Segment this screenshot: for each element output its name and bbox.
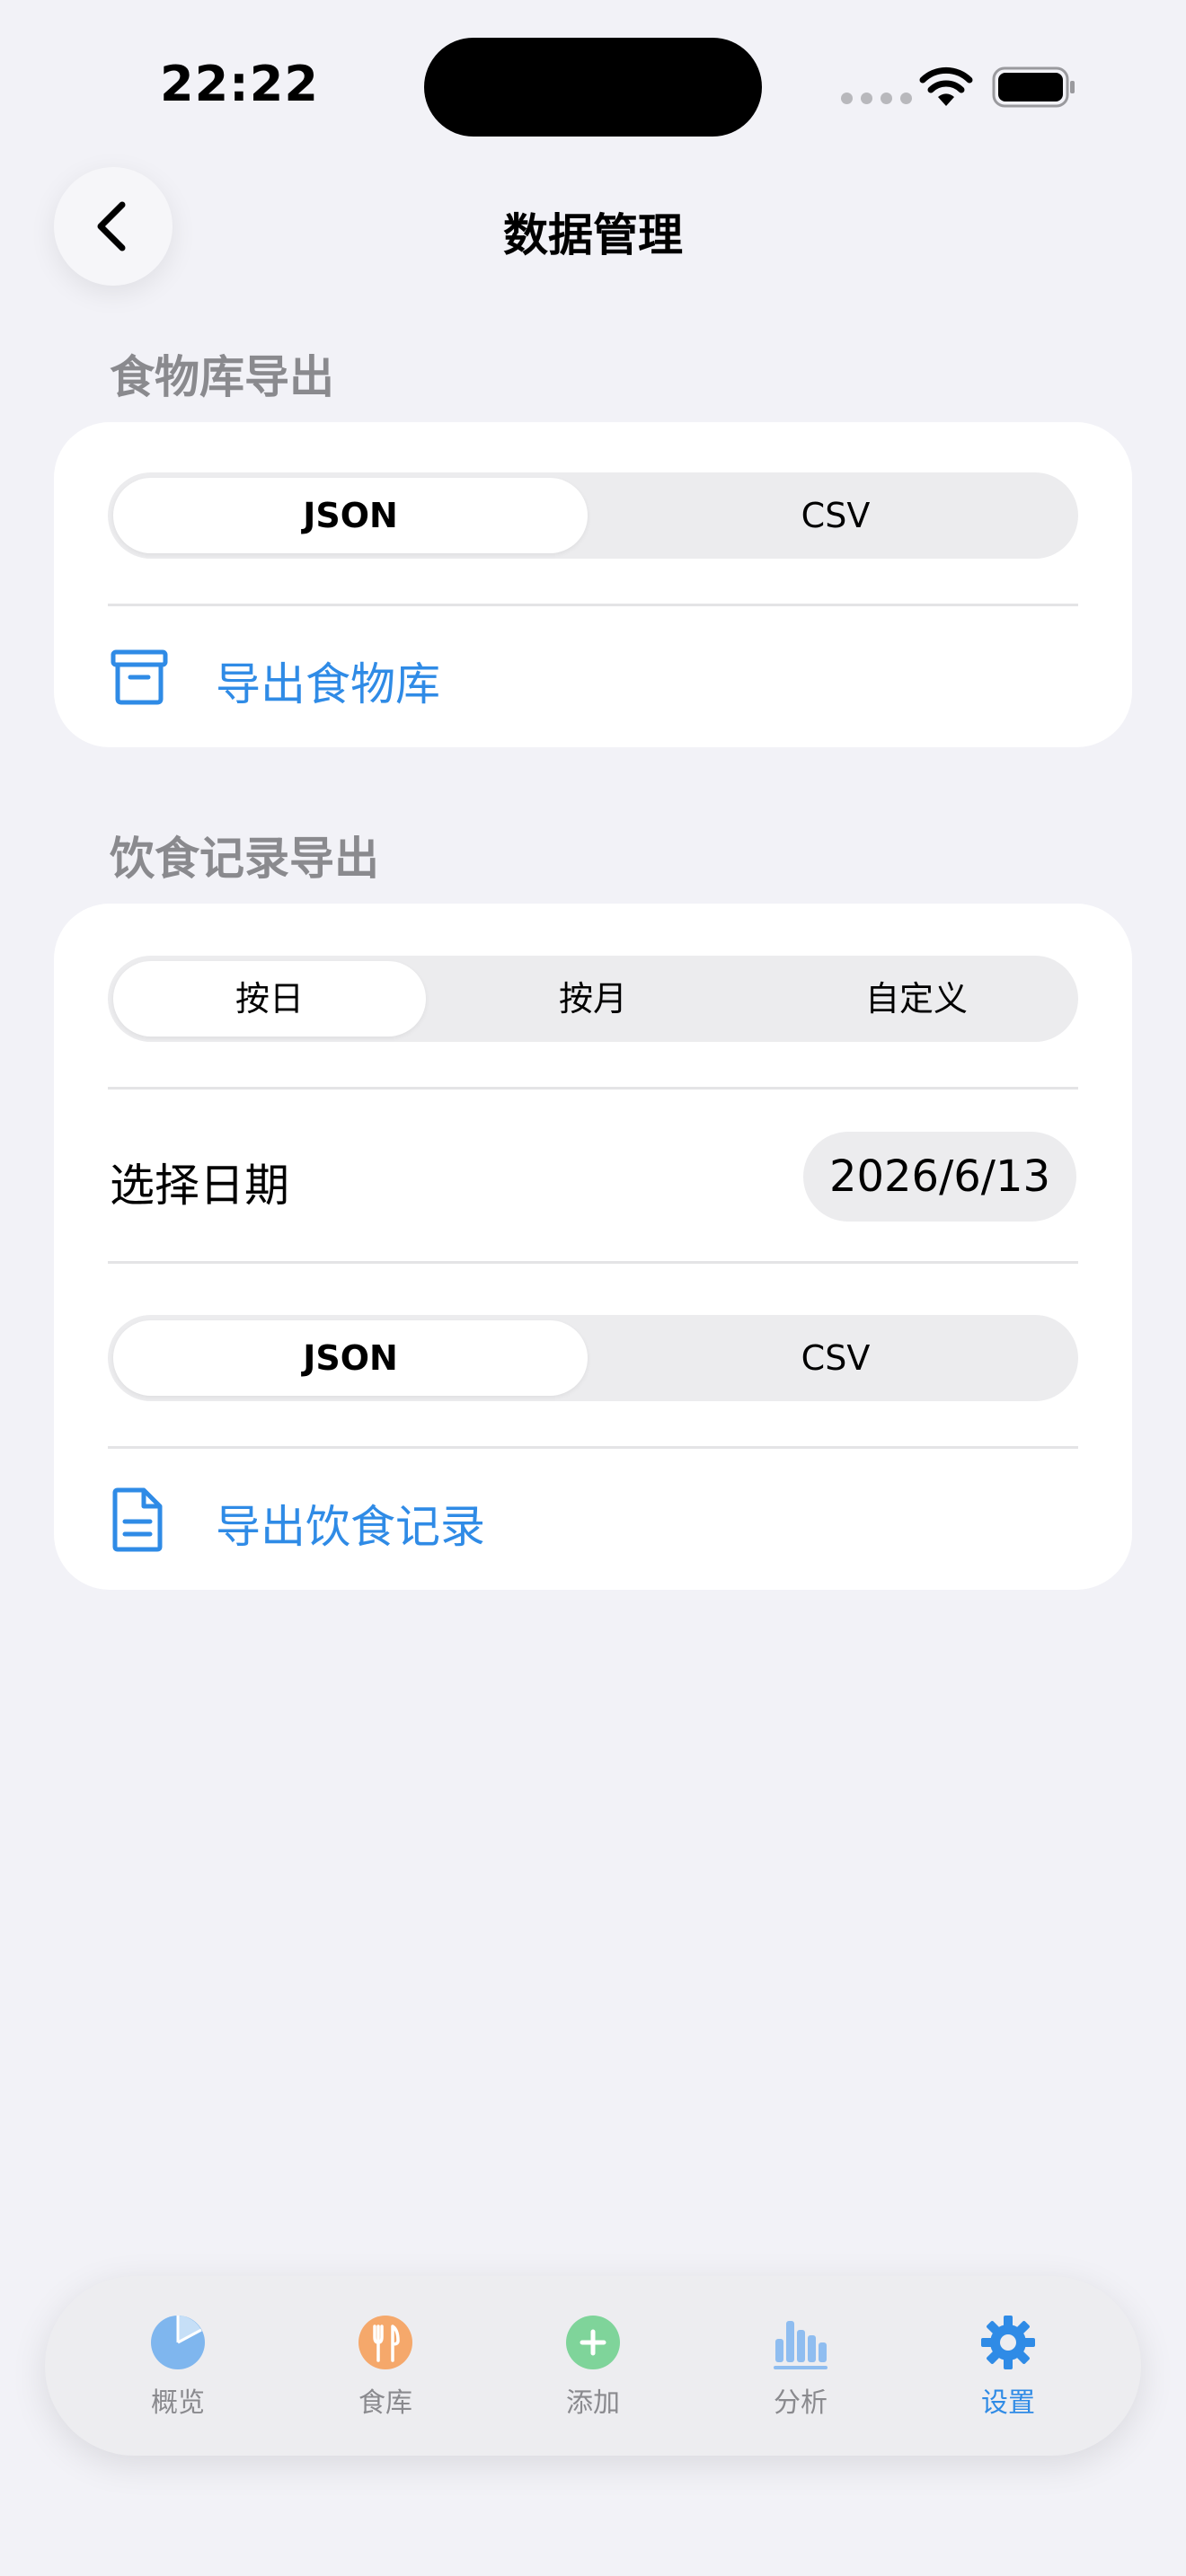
cellular-signal-icon: [841, 93, 913, 105]
tab-food-library[interactable]: 食库: [282, 2276, 489, 2456]
divider: [108, 1446, 1078, 1449]
date-range-segmented-control: 按日 按月 自定义: [108, 956, 1078, 1042]
battery-icon: [992, 66, 1075, 108]
divider: [108, 604, 1078, 606]
divider: [108, 1087, 1078, 1090]
segment-by-month[interactable]: 按月: [431, 956, 755, 1042]
tab-label: 设置: [981, 2387, 1035, 2419]
archive-box-icon: [111, 649, 168, 705]
tab-add[interactable]: 添加: [490, 2276, 696, 2456]
diet-format-segmented-control: JSON CSV: [108, 1315, 1078, 1401]
segment-by-day[interactable]: 按日: [108, 956, 431, 1042]
tab-label: 添加: [566, 2387, 620, 2419]
segment-json[interactable]: JSON: [108, 1315, 593, 1401]
food-format-segmented-control: JSON CSV: [108, 472, 1078, 559]
page-title: 数据管理: [503, 209, 683, 261]
export-diet-records-button[interactable]: 导出饮食记录: [216, 1491, 485, 1556]
segment-csv[interactable]: CSV: [593, 1315, 1078, 1401]
fork-knife-icon: [358, 2316, 412, 2369]
tab-settings[interactable]: 设置: [905, 2276, 1111, 2456]
plus-circle-icon: [566, 2316, 620, 2369]
diet-export-section-title: 饮食记录导出: [110, 833, 379, 885]
tab-label: 概览: [151, 2387, 205, 2419]
date-label: 选择日期: [110, 1160, 289, 1212]
tab-bar: 概览 食库 添加 分析 设置: [45, 2276, 1141, 2456]
tab-overview[interactable]: 概览: [75, 2276, 281, 2456]
bar-chart-icon: [774, 2321, 828, 2369]
status-time: 22:22: [160, 56, 319, 112]
tab-analysis[interactable]: 分析: [697, 2276, 904, 2456]
segment-json[interactable]: JSON: [108, 472, 593, 559]
date-picker-button[interactable]: 2026/6/13: [803, 1132, 1076, 1222]
tab-label: 食库: [358, 2387, 412, 2419]
segment-custom[interactable]: 自定义: [755, 956, 1078, 1042]
pie-chart-icon: [151, 2316, 205, 2369]
wifi-icon: [919, 66, 973, 106]
dynamic-island: [424, 38, 762, 137]
tab-label: 分析: [774, 2387, 828, 2419]
food-export-section-title: 食物库导出: [110, 351, 334, 403]
document-icon: [112, 1487, 163, 1552]
divider: [108, 1261, 1078, 1264]
segment-csv[interactable]: CSV: [593, 472, 1078, 559]
export-food-library-button[interactable]: 导出食物库: [216, 648, 440, 713]
gear-icon: [981, 2316, 1035, 2369]
